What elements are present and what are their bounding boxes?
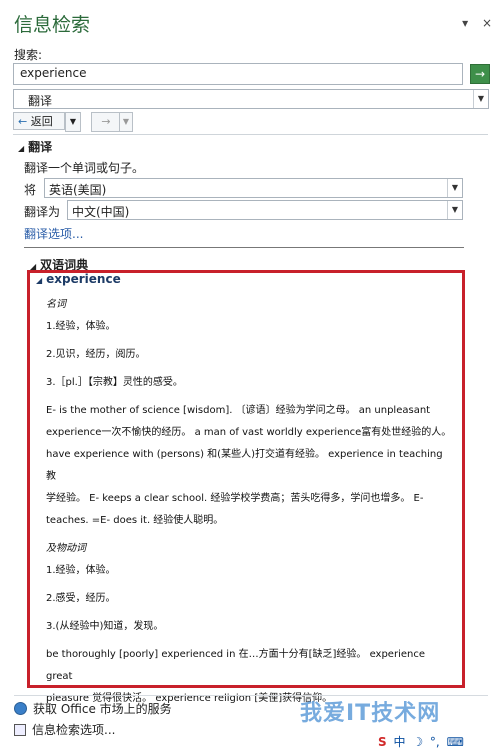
ime-mode-icon[interactable]: 中 bbox=[393, 735, 405, 749]
definition-line: 3.［pl.］【宗教】灵性的感受。 bbox=[46, 377, 183, 388]
site-watermark: 我爱IT技术网 bbox=[300, 701, 441, 726]
close-icon[interactable]: × bbox=[482, 16, 492, 30]
globe-icon bbox=[14, 702, 27, 715]
office-link-label: 获取 Office 市场上的服务 bbox=[33, 702, 172, 716]
definition-line: 2.见识，经历，阅历。 bbox=[46, 349, 146, 360]
ime-logo-icon[interactable]: S bbox=[378, 735, 387, 749]
ime-toolbar: S 中 ☽ °, ⌨ bbox=[378, 733, 467, 750]
part-of-speech: 名词 bbox=[46, 299, 66, 310]
example-line: teaches. =E- does it. 经验使人聪明。 bbox=[46, 515, 224, 526]
translate-section-header[interactable]: ◢ 翻译 bbox=[18, 138, 52, 155]
back-arrow-icon: ← bbox=[18, 115, 28, 128]
pane-controls: ▾ × bbox=[452, 16, 492, 30]
headword: experience bbox=[46, 272, 121, 286]
options-link-label: 信息检索选项... bbox=[32, 723, 116, 737]
entry-header[interactable]: ◢ experience bbox=[36, 272, 121, 286]
translation-options-link[interactable]: 翻译选项... bbox=[24, 225, 83, 242]
to-language-label: 翻译为 bbox=[24, 205, 61, 219]
definition-line: 2.感受，经历。 bbox=[46, 593, 116, 604]
search-input[interactable] bbox=[14, 64, 460, 82]
keyboard-icon[interactable]: ⌨ bbox=[447, 735, 464, 749]
from-language-select[interactable]: 英语(美国) ▼ bbox=[44, 178, 463, 198]
example-line: E- is the mother of science [wisdom]. 〔谚… bbox=[46, 405, 431, 416]
example-line: be thoroughly [poorly] experienced in 在…… bbox=[46, 649, 425, 682]
translate-hint: 翻译一个单词或句子。 bbox=[24, 161, 145, 175]
divider bbox=[24, 247, 464, 248]
from-language-label: 将 bbox=[24, 183, 37, 197]
research-options-link[interactable]: 信息检索选项... bbox=[14, 721, 115, 738]
to-language-value: 中文(中国) bbox=[72, 205, 130, 219]
back-label: 返回 bbox=[30, 115, 53, 128]
research-options-icon bbox=[14, 724, 26, 736]
divider bbox=[13, 134, 488, 135]
service-value: 翻译 bbox=[28, 94, 53, 108]
chevron-down-icon[interactable]: ▼ bbox=[447, 201, 462, 219]
definition-line: 3.(从经验中)知道，发现。 bbox=[46, 621, 164, 632]
punctuation-icon[interactable]: °, bbox=[430, 735, 440, 749]
collapse-triangle-icon[interactable]: ◢ bbox=[36, 276, 42, 285]
forward-button[interactable]: → bbox=[91, 112, 121, 132]
search-box[interactable] bbox=[13, 63, 463, 85]
collapse-triangle-icon[interactable]: ◢ bbox=[18, 144, 24, 153]
back-button[interactable]: ← 返回 bbox=[13, 112, 65, 130]
example-line: have experience with (persons) 和(某些人)打交道… bbox=[46, 449, 443, 482]
forward-history-dropdown[interactable]: ▼ bbox=[119, 112, 133, 132]
definition-line: 1.经验，体验。 bbox=[46, 321, 116, 332]
definition-content: 名词 1.经验，体验。 2.见识，经历，阅历。 3.［pl.］【宗教】灵性的感受… bbox=[46, 294, 454, 710]
to-language-select[interactable]: 中文(中国) ▼ bbox=[67, 200, 463, 220]
office-marketplace-link[interactable]: 获取 Office 市场上的服务 bbox=[14, 700, 172, 717]
definition-line: 1.经验，体验。 bbox=[46, 565, 116, 576]
example-line: 学经验。 E- keeps a clear school. 经验学校学费高；苦头… bbox=[46, 493, 424, 504]
service-select[interactable]: 翻译 ▼ bbox=[13, 89, 489, 109]
search-label: 搜索: bbox=[14, 48, 43, 62]
pane-title: 信息检索 bbox=[14, 14, 91, 36]
pane-menu-icon[interactable]: ▾ bbox=[462, 16, 468, 30]
chevron-down-icon[interactable]: ▼ bbox=[473, 90, 488, 108]
part-of-speech: 及物动词 bbox=[46, 543, 86, 554]
back-history-dropdown[interactable]: ▼ bbox=[65, 112, 81, 132]
moon-icon[interactable]: ☽ bbox=[412, 735, 423, 749]
translate-section-title: 翻译 bbox=[28, 140, 53, 154]
from-language-value: 英语(美国) bbox=[49, 183, 107, 197]
example-line: experience一次不愉快的经历。 a man of vast worldl… bbox=[46, 427, 452, 438]
chevron-down-icon[interactable]: ▼ bbox=[447, 179, 462, 197]
go-arrow-icon[interactable]: → bbox=[470, 64, 490, 84]
